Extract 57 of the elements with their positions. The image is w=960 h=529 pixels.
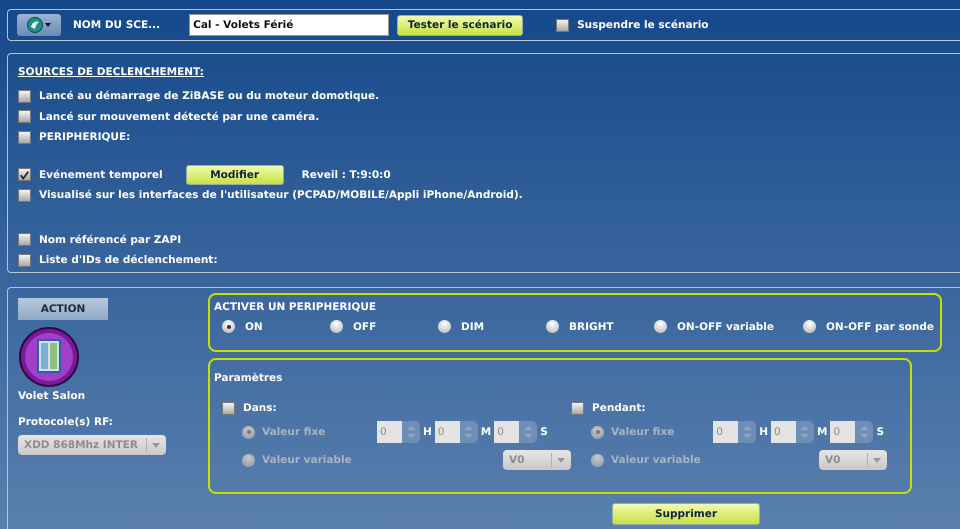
- section-label: Pendant:: [592, 402, 646, 414]
- fixed-value-label: Valeur fixe: [611, 426, 676, 438]
- trigger-label: Lancé au démarrage de ZiBASE ou du moteur domotique.: [39, 90, 380, 102]
- trigger-label: Lancé sur mouvement détecté par une caméra.: [39, 110, 320, 123]
- option-label: BRIGHT: [569, 320, 614, 332]
- delete-button[interactable]: Supprimer: [612, 503, 760, 525]
- unit-label: H: [759, 426, 768, 438]
- unit-label: S: [876, 426, 884, 438]
- radio-button[interactable]: [222, 320, 235, 333]
- trigger-label: Nom référencé par ZAPI: [39, 234, 182, 246]
- option-label: DIM: [461, 320, 484, 332]
- checkbox[interactable]: [18, 188, 31, 202]
- suspend-label: Suspendre le scénario: [577, 19, 709, 31]
- fixed-value-label: Valeur fixe: [262, 426, 326, 438]
- caret-icon: [873, 458, 881, 462]
- unit-label: M: [816, 426, 828, 438]
- option-label: OFF: [353, 320, 376, 332]
- checkbox[interactable]: [18, 130, 31, 144]
- checkbox[interactable]: [556, 18, 570, 32]
- checkbox[interactable]: [18, 233, 31, 246]
- activate-title: ACTIVER UN PERIPHERIQUE: [214, 301, 378, 313]
- test-button[interactable]: Tester le scénario: [397, 14, 524, 36]
- parameters-title: Paramètres: [214, 372, 284, 384]
- checkbox[interactable]: [18, 90, 31, 103]
- unit-label: S: [540, 426, 548, 438]
- section-label: Dans:: [243, 402, 277, 414]
- checkbox[interactable]: [18, 168, 31, 182]
- radio-button[interactable]: [546, 320, 559, 333]
- protocol-label: Protocole(s) RF:: [18, 416, 113, 428]
- trigger-label: Liste d'IDs de déclenchement:: [39, 254, 218, 266]
- caret-icon: [557, 458, 565, 462]
- scenario-icon-menu[interactable]: [17, 14, 61, 36]
- trigger-label: PERIPHERIQUE:: [39, 131, 130, 144]
- option-label: ON-OFF par sonde: [826, 320, 934, 332]
- variable-value-label: Valeur variable: [262, 454, 353, 466]
- modify-button[interactable]: Modifier: [186, 164, 284, 185]
- radio-button[interactable]: [803, 320, 816, 333]
- checkbox[interactable]: [18, 254, 31, 267]
- trigger-label: Visualisé sur les interfaces de l'utilisateur (PCPAD/MOBILE/Appli iPhone/Android).: [39, 189, 523, 202]
- action-button[interactable]: ACTION: [18, 298, 108, 320]
- triggers-title: SOURCES DE DECLENCHEMENT:: [18, 66, 205, 78]
- unit-label: H: [423, 426, 432, 438]
- caret-icon: [152, 442, 160, 448]
- unit-label: M: [480, 426, 492, 438]
- option-label: ON-OFF variable: [677, 320, 774, 332]
- device-name: Volet Salon: [18, 390, 86, 402]
- radio-button[interactable]: [438, 320, 451, 333]
- variable-value-label: Valeur variable: [611, 454, 702, 466]
- scenario-name-field[interactable]: Cal - Volets Férié: [189, 14, 390, 36]
- trigger-label: Evénement temporel: [39, 168, 163, 181]
- checkbox[interactable]: [18, 110, 31, 124]
- scenario-name-label: NOM DU SCE...: [73, 19, 160, 31]
- radio-button[interactable]: [654, 320, 667, 333]
- option-label: ON: [245, 320, 263, 332]
- radio-button[interactable]: [330, 320, 343, 333]
- window-shutter-icon: [18, 326, 80, 388]
- schedule-text: Reveil : T:9:0:0: [302, 168, 391, 181]
